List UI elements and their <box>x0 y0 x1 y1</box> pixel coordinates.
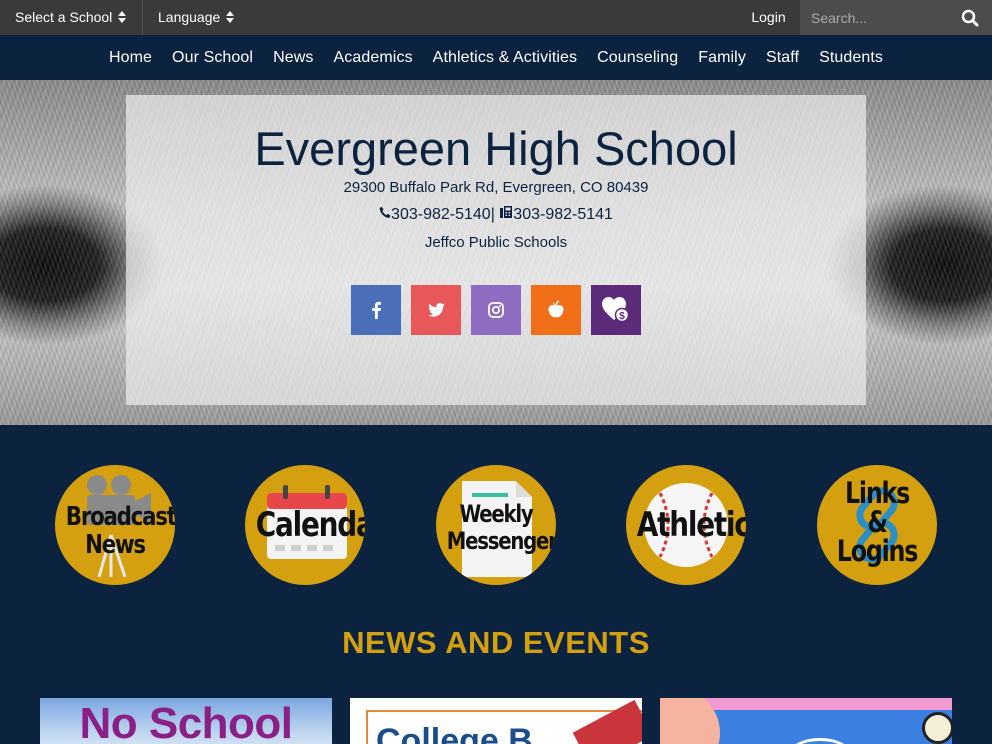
quick-link-weekly-messenger[interactable]: Weekly Messenger <box>436 465 556 585</box>
nav-staff[interactable]: Staff <box>766 49 799 67</box>
contact-line: 303-982-5140| 303-982-5141 <box>126 205 866 224</box>
news-card-title: College B <box>376 722 533 744</box>
utility-bar: Select a School Language Login <box>0 0 992 35</box>
news-card[interactable] <box>660 698 952 744</box>
quick-link-label: Weekly <box>459 500 533 528</box>
fax-icon <box>499 205 513 224</box>
quick-link-label: & <box>867 505 888 539</box>
nav-family[interactable]: Family <box>698 49 746 67</box>
main-nav: Home Our School News Academics Athletics… <box>0 35 992 80</box>
quick-link-athletics[interactable]: Athletics <box>626 465 746 585</box>
nav-counseling[interactable]: Counseling <box>597 49 678 67</box>
login-link[interactable]: Login <box>737 0 800 35</box>
quick-link-label: News <box>85 530 146 560</box>
quick-link-label: Broadcast <box>65 502 175 532</box>
nav-home[interactable]: Home <box>109 49 152 67</box>
school-selector[interactable]: Select a School <box>0 0 143 35</box>
facebook-button[interactable] <box>351 285 401 335</box>
district-name: Jeffco Public Schools <box>424 234 568 251</box>
fax-number: 303-982-5141 <box>513 206 613 223</box>
news-card[interactable]: College B <box>350 698 642 744</box>
school-selector-label: Select a School <box>15 9 113 25</box>
language-selector[interactable]: Language <box>143 0 235 35</box>
search-button[interactable] <box>950 0 992 35</box>
news-card-title: No School <box>79 699 293 744</box>
instagram-button[interactable] <box>471 285 521 335</box>
quick-link-label: Links <box>844 476 910 510</box>
nav-students[interactable]: Students <box>819 49 883 67</box>
sort-arrows-icon <box>226 11 235 23</box>
peachjar-button[interactable] <box>531 285 581 335</box>
school-info-panel: Evergreen High School 29300 Buffalo Park… <box>126 95 866 405</box>
heart-money-icon: $ <box>602 297 630 323</box>
peach-icon <box>548 300 564 318</box>
quick-link-label: Messenger <box>446 527 556 555</box>
school-address: 29300 Buffalo Park Rd, Evergreen, CO 804… <box>343 179 649 196</box>
quick-link-links-logins[interactable]: Links & Logins <box>817 465 937 585</box>
quick-link-label: Athletics <box>636 505 746 545</box>
nav-our-school[interactable]: Our School <box>172 49 253 67</box>
facebook-icon <box>372 301 381 319</box>
contact-separator: | <box>490 206 495 223</box>
nav-athletics-activities[interactable]: Athletics & Activities <box>433 49 577 67</box>
quick-links-section: Broadcast News Calendar Weekly Messenger <box>0 425 992 744</box>
phone-icon <box>379 206 391 224</box>
news-section-title: NEWS AND EVENTS <box>342 625 650 660</box>
nav-academics[interactable]: Academics <box>334 49 413 67</box>
language-selector-label: Language <box>158 9 221 25</box>
social-links: $ <box>351 285 641 335</box>
search-input[interactable] <box>800 0 950 35</box>
search-icon <box>961 9 979 27</box>
instagram-icon <box>488 302 504 318</box>
school-name: Evergreen High School <box>254 122 738 175</box>
twitter-icon <box>427 303 445 317</box>
quick-link-label: Calendar <box>255 505 365 545</box>
sort-arrows-icon <box>118 11 127 23</box>
phone-number[interactable]: 303-982-5140 <box>391 206 491 224</box>
news-card[interactable]: No School <box>40 698 332 744</box>
nav-news[interactable]: News <box>273 49 313 67</box>
donate-button[interactable]: $ <box>591 285 641 335</box>
quick-link-broadcast-news[interactable]: Broadcast News <box>55 465 175 585</box>
quick-link-calendar[interactable]: Calendar <box>245 465 365 585</box>
twitter-button[interactable] <box>411 285 461 335</box>
quick-link-label: Logins <box>836 534 919 568</box>
flower-icon <box>922 712 952 744</box>
svg-text:$: $ <box>619 311 625 322</box>
hero-banner: Evergreen High School 29300 Buffalo Park… <box>0 80 992 425</box>
